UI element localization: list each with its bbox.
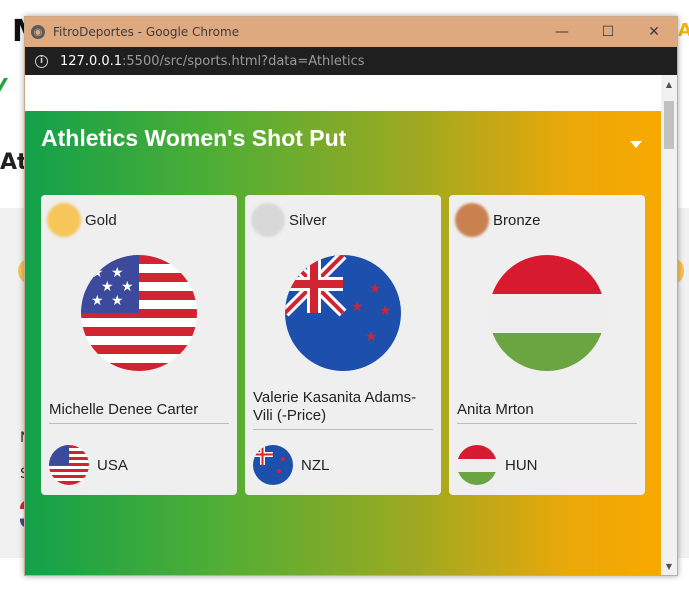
window-titlebar[interactable]: ◉ FitroDeportes - Google Chrome — ☐ ✕	[25, 17, 677, 47]
medal-card-bronze: Bronze Anita Mrton HUN	[449, 195, 645, 495]
athlete-name: Michelle Denee Carter	[49, 401, 229, 424]
hun-flag-icon	[489, 255, 605, 371]
url-text[interactable]: 127.0.0.1:5500/src/sports.html?data=Athl…	[60, 54, 365, 69]
medal-row: Gold	[47, 203, 117, 237]
svg-text:★: ★	[379, 303, 392, 319]
background-logo-mark	[0, 78, 19, 92]
medal-row: Bronze	[455, 203, 541, 237]
country-code: USA	[97, 456, 128, 474]
svg-text:★: ★	[365, 329, 378, 345]
maximize-button[interactable]: ☐	[585, 17, 631, 47]
hun-flag-small-icon	[457, 445, 497, 485]
address-bar[interactable]: i 127.0.0.1:5500/src/sports.html?data=At…	[25, 47, 677, 75]
close-button[interactable]: ✕	[631, 17, 677, 47]
country-code: NZL	[301, 456, 330, 474]
window-title: FitroDeportes - Google Chrome	[53, 25, 240, 39]
event-title: Athletics Women's Shot Put	[41, 125, 347, 151]
bronze-medal-icon	[455, 203, 489, 237]
country-row: USA	[49, 445, 128, 485]
country-code: HUN	[505, 456, 538, 474]
usa-flag-small-icon	[49, 445, 89, 485]
svg-text:★: ★	[111, 293, 124, 309]
svg-text:★: ★	[351, 299, 364, 315]
gold-medal-icon	[47, 203, 81, 237]
usa-flag-icon: ★ ★ ★ ★ ★ ★	[81, 255, 197, 371]
medal-row: Silver	[251, 203, 327, 237]
background-title-right: A	[678, 20, 689, 41]
browser-window: ◉ FitroDeportes - Google Chrome — ☐ ✕ i …	[24, 16, 678, 576]
svg-text:★: ★	[91, 293, 104, 309]
site-info-icon[interactable]: i	[35, 54, 48, 68]
athlete-name: Valerie Kasanita Adams-Vili (-Price)	[253, 389, 433, 430]
url-host: 127.0.0.1	[60, 53, 123, 69]
chrome-globe-icon: ◉	[31, 25, 45, 39]
event-panel: Athletics Women's Shot Put Gold ★ ★ ★ ★ …	[25, 111, 661, 575]
medal-label: Bronze	[493, 211, 541, 229]
medal-card-gold: Gold ★ ★ ★ ★ ★ ★ Michelle Denee Carter U…	[41, 195, 237, 495]
scroll-up-arrow-icon[interactable]: ▲	[661, 77, 677, 91]
url-path: :5500/src/sports.html?data=Athletics	[122, 53, 365, 69]
nzl-flag-small-icon	[253, 445, 293, 485]
nzl-flag-icon: ★ ★ ★ ★	[285, 255, 401, 371]
medal-label: Silver	[289, 211, 327, 229]
country-row: NZL	[253, 445, 329, 485]
page-viewport: Athletics Women's Shot Put Gold ★ ★ ★ ★ …	[25, 75, 661, 575]
medal-card-silver: Silver ★ ★ ★ ★ Valerie Kasanita Adams-Vi…	[245, 195, 441, 495]
minimize-button[interactable]: —	[539, 17, 585, 47]
window-controls: — ☐ ✕	[539, 17, 677, 47]
scroll-down-arrow-icon[interactable]: ▼	[661, 559, 677, 573]
athlete-name: Anita Mrton	[457, 401, 637, 424]
scrollbar-thumb[interactable]	[664, 101, 674, 149]
medal-label: Gold	[85, 211, 117, 229]
vertical-scrollbar[interactable]: ▲ ▼	[661, 75, 677, 575]
svg-text:★: ★	[369, 281, 382, 297]
collapse-caret-icon[interactable]	[630, 141, 642, 148]
country-row: HUN	[457, 445, 538, 485]
silver-medal-icon	[251, 203, 285, 237]
